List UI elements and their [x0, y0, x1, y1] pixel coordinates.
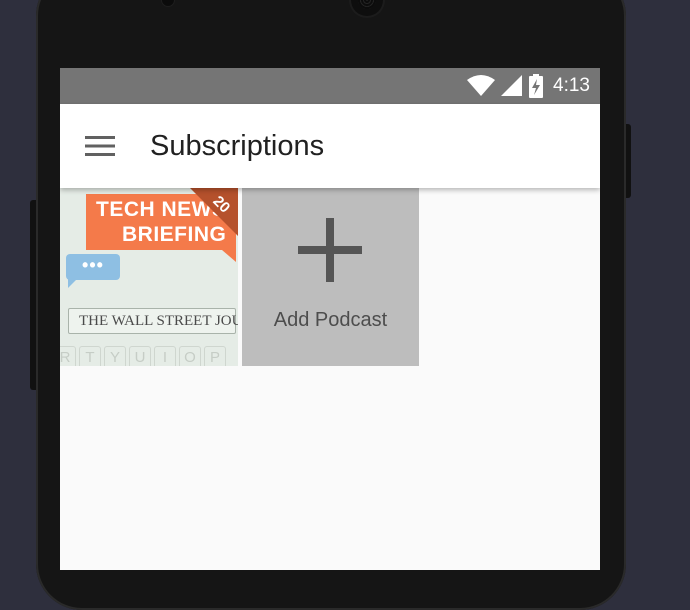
chat-bubble-dots: ••• — [82, 255, 104, 275]
publisher-box: THE WALL STREET JOURNAL. — [68, 308, 238, 334]
page-title: Subscriptions — [150, 130, 325, 162]
keyboard-row: R T Y U I O P — [60, 346, 226, 366]
app-bar: Subscriptions — [60, 104, 600, 188]
add-podcast-tile[interactable]: Add Podcast — [242, 188, 419, 366]
status-bar: 4:13 — [60, 68, 600, 104]
app-screen: 4:13 Subscriptions TECH NEWS BRIEFING ••… — [60, 68, 600, 570]
device-power-button — [626, 124, 631, 198]
publisher-name: THE WALL STREET JOURNAL. — [79, 313, 238, 329]
keyboard-key: O — [179, 346, 201, 366]
keyboard-key: Y — [104, 346, 126, 366]
front-camera-icon — [162, 0, 174, 6]
new-episodes-badge: 20 — [190, 188, 238, 236]
signal-icon — [501, 75, 523, 96]
status-time: 4:13 — [553, 75, 590, 96]
status-icons: 4:13 — [467, 68, 590, 104]
keyboard-key: U — [129, 346, 151, 366]
keyboard-key: R — [60, 346, 76, 366]
keyboard-key: P — [204, 346, 226, 366]
hamburger-menu-icon[interactable] — [82, 128, 118, 164]
plus-icon — [298, 218, 362, 282]
chat-bubble-icon: ••• — [66, 254, 120, 288]
keyboard-key: T — [79, 346, 101, 366]
podcast-tile[interactable]: TECH NEWS BRIEFING ••• THE WALL STREET J… — [60, 188, 238, 366]
wifi-icon — [467, 75, 496, 96]
battery-charging-icon — [529, 74, 544, 98]
earpiece-speaker-icon — [351, 0, 383, 16]
keyboard-key: I — [154, 346, 176, 366]
add-podcast-label: Add Podcast — [273, 309, 388, 331]
